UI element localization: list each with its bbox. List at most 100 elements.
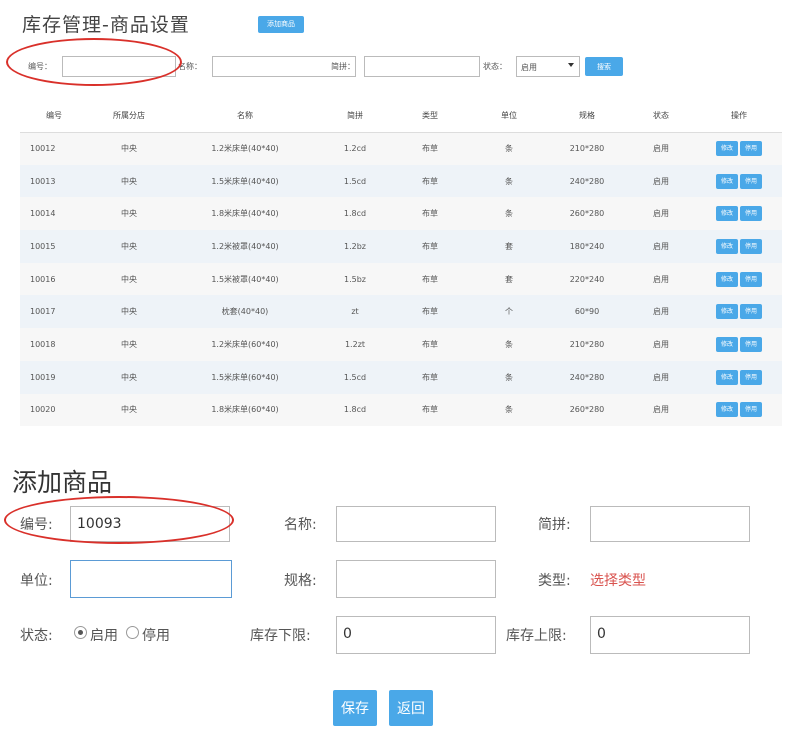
cell-spec: 180*240 — [548, 230, 626, 263]
col-header-pinyin: 简拼 — [320, 100, 390, 133]
table-row: 10013 中央 1.5米床单(40*40) 1.5cd 布草 条 240*28… — [20, 164, 782, 198]
cell-type: 布草 — [390, 197, 470, 231]
edit-button[interactable]: 修改 — [715, 271, 738, 287]
form-stock-min-input[interactable]: 0 — [336, 616, 496, 654]
cell-status: 启用 — [626, 197, 696, 231]
form-stock-max-input[interactable]: 0 — [590, 616, 750, 654]
form-type-select-link[interactable]: 选择类型 — [590, 570, 646, 590]
cell-name: 枕套(40*40) — [170, 295, 320, 329]
form-stock-min-label: 库存下限: — [250, 628, 311, 644]
edit-button[interactable]: 修改 — [715, 206, 738, 222]
cell-unit: 套 — [470, 262, 548, 296]
col-header-branch: 所属分店 — [88, 100, 170, 133]
edit-button[interactable]: 修改 — [715, 336, 738, 352]
cell-status: 启用 — [626, 360, 696, 394]
form-type-label: 类型: — [538, 573, 571, 589]
col-header-status: 状态 — [626, 100, 696, 133]
cell-pinyin: 1.5bz — [320, 262, 390, 296]
goods-table: 编号 所属分店 名称 简拼 类型 单位 规格 状态 操作 10012 中央 1.… — [20, 100, 782, 427]
status-enabled-label: 启用 — [90, 628, 118, 644]
back-button[interactable]: 返回 — [389, 690, 433, 726]
form-name-input[interactable] — [336, 506, 496, 542]
cell-id: 10020 — [20, 393, 88, 427]
cell-unit: 条 — [470, 393, 548, 427]
col-header-type: 类型 — [390, 100, 470, 133]
cell-unit: 条 — [470, 197, 548, 231]
cell-pinyin: 1.2cd — [320, 132, 390, 165]
filter-status-select[interactable]: 启用 — [516, 56, 580, 77]
cell-branch: 中央 — [88, 164, 170, 198]
annotation-oval-form-id — [4, 496, 234, 544]
cell-unit: 条 — [470, 132, 548, 165]
cell-pinyin: zt — [320, 295, 390, 329]
cell-status: 启用 — [626, 393, 696, 427]
cell-actions: 修改 停用 — [696, 295, 782, 329]
annotation-oval-filter-id — [6, 38, 182, 86]
edit-button[interactable]: 修改 — [715, 369, 738, 385]
cell-type: 布草 — [390, 230, 470, 263]
disable-button[interactable]: 停用 — [740, 206, 763, 222]
cell-branch: 中央 — [88, 197, 170, 231]
cell-branch: 中央 — [88, 262, 170, 296]
cell-type: 布草 — [390, 328, 470, 361]
table-header-row: 编号 所属分店 名称 简拼 类型 单位 规格 状态 操作 — [20, 100, 782, 133]
cell-actions: 修改 停用 — [696, 393, 782, 427]
cell-name: 1.2米床单(40*40) — [170, 132, 320, 165]
disable-button[interactable]: 停用 — [740, 402, 763, 418]
cell-id: 10015 — [20, 230, 88, 263]
cell-id: 10013 — [20, 164, 88, 198]
cell-type: 布草 — [390, 262, 470, 296]
cell-type: 布草 — [390, 132, 470, 165]
cell-id: 10017 — [20, 295, 88, 329]
disable-button[interactable]: 停用 — [740, 304, 763, 320]
cell-branch: 中央 — [88, 230, 170, 263]
add-goods-button[interactable]: 添加商品 — [258, 16, 304, 33]
form-spec-input[interactable] — [336, 560, 496, 598]
form-spec-label: 规格: — [284, 573, 317, 589]
edit-button[interactable]: 修改 — [715, 141, 738, 157]
table-row: 10020 中央 1.8米床单(60*40) 1.8cd 布草 条 260*28… — [20, 393, 782, 427]
cell-spec: 260*280 — [548, 393, 626, 427]
add-goods-section-title: 添加商品 — [12, 468, 113, 497]
table-row: 10014 中央 1.8米床单(40*40) 1.8cd 布草 条 260*28… — [20, 197, 782, 231]
cell-name: 1.2米被罩(40*40) — [170, 230, 320, 263]
cell-spec: 220*240 — [548, 262, 626, 296]
cell-spec: 240*280 — [548, 360, 626, 394]
cell-id: 10012 — [20, 132, 88, 165]
cell-actions: 修改 停用 — [696, 262, 782, 296]
table-row: 10015 中央 1.2米被罩(40*40) 1.2bz 布草 套 180*24… — [20, 230, 782, 263]
search-button[interactable]: 搜索 — [585, 57, 623, 76]
col-header-spec: 规格 — [548, 100, 626, 133]
save-button[interactable]: 保存 — [333, 690, 377, 726]
form-pinyin-input[interactable] — [590, 506, 750, 542]
cell-spec: 210*280 — [548, 328, 626, 361]
edit-button[interactable]: 修改 — [715, 173, 738, 189]
cell-status: 启用 — [626, 132, 696, 165]
cell-spec: 60*90 — [548, 295, 626, 329]
edit-button[interactable]: 修改 — [715, 238, 738, 254]
filter-pinyin-input[interactable] — [364, 56, 480, 77]
cell-status: 启用 — [626, 328, 696, 361]
col-header-actions: 操作 — [696, 100, 782, 133]
status-disabled-radio[interactable] — [126, 626, 139, 639]
cell-actions: 修改 停用 — [696, 360, 782, 394]
edit-button[interactable]: 修改 — [715, 402, 738, 418]
disable-button[interactable]: 停用 — [740, 369, 763, 385]
cell-status: 启用 — [626, 164, 696, 198]
cell-spec: 240*280 — [548, 164, 626, 198]
cell-name: 1.5米被罩(40*40) — [170, 262, 320, 296]
disable-button[interactable]: 停用 — [740, 173, 763, 189]
edit-button[interactable]: 修改 — [715, 304, 738, 320]
page-title: 库存管理-商品设置 — [22, 14, 190, 36]
col-header-unit: 单位 — [470, 100, 548, 133]
status-enabled-radio[interactable] — [74, 626, 87, 639]
cell-id: 10016 — [20, 262, 88, 296]
cell-pinyin: 1.2zt — [320, 328, 390, 361]
disable-button[interactable]: 停用 — [740, 238, 763, 254]
disable-button[interactable]: 停用 — [740, 141, 763, 157]
cell-unit: 条 — [470, 164, 548, 198]
disable-button[interactable]: 停用 — [740, 271, 763, 287]
cell-name: 1.5米床单(40*40) — [170, 164, 320, 198]
form-unit-input[interactable] — [70, 560, 232, 598]
disable-button[interactable]: 停用 — [740, 336, 763, 352]
